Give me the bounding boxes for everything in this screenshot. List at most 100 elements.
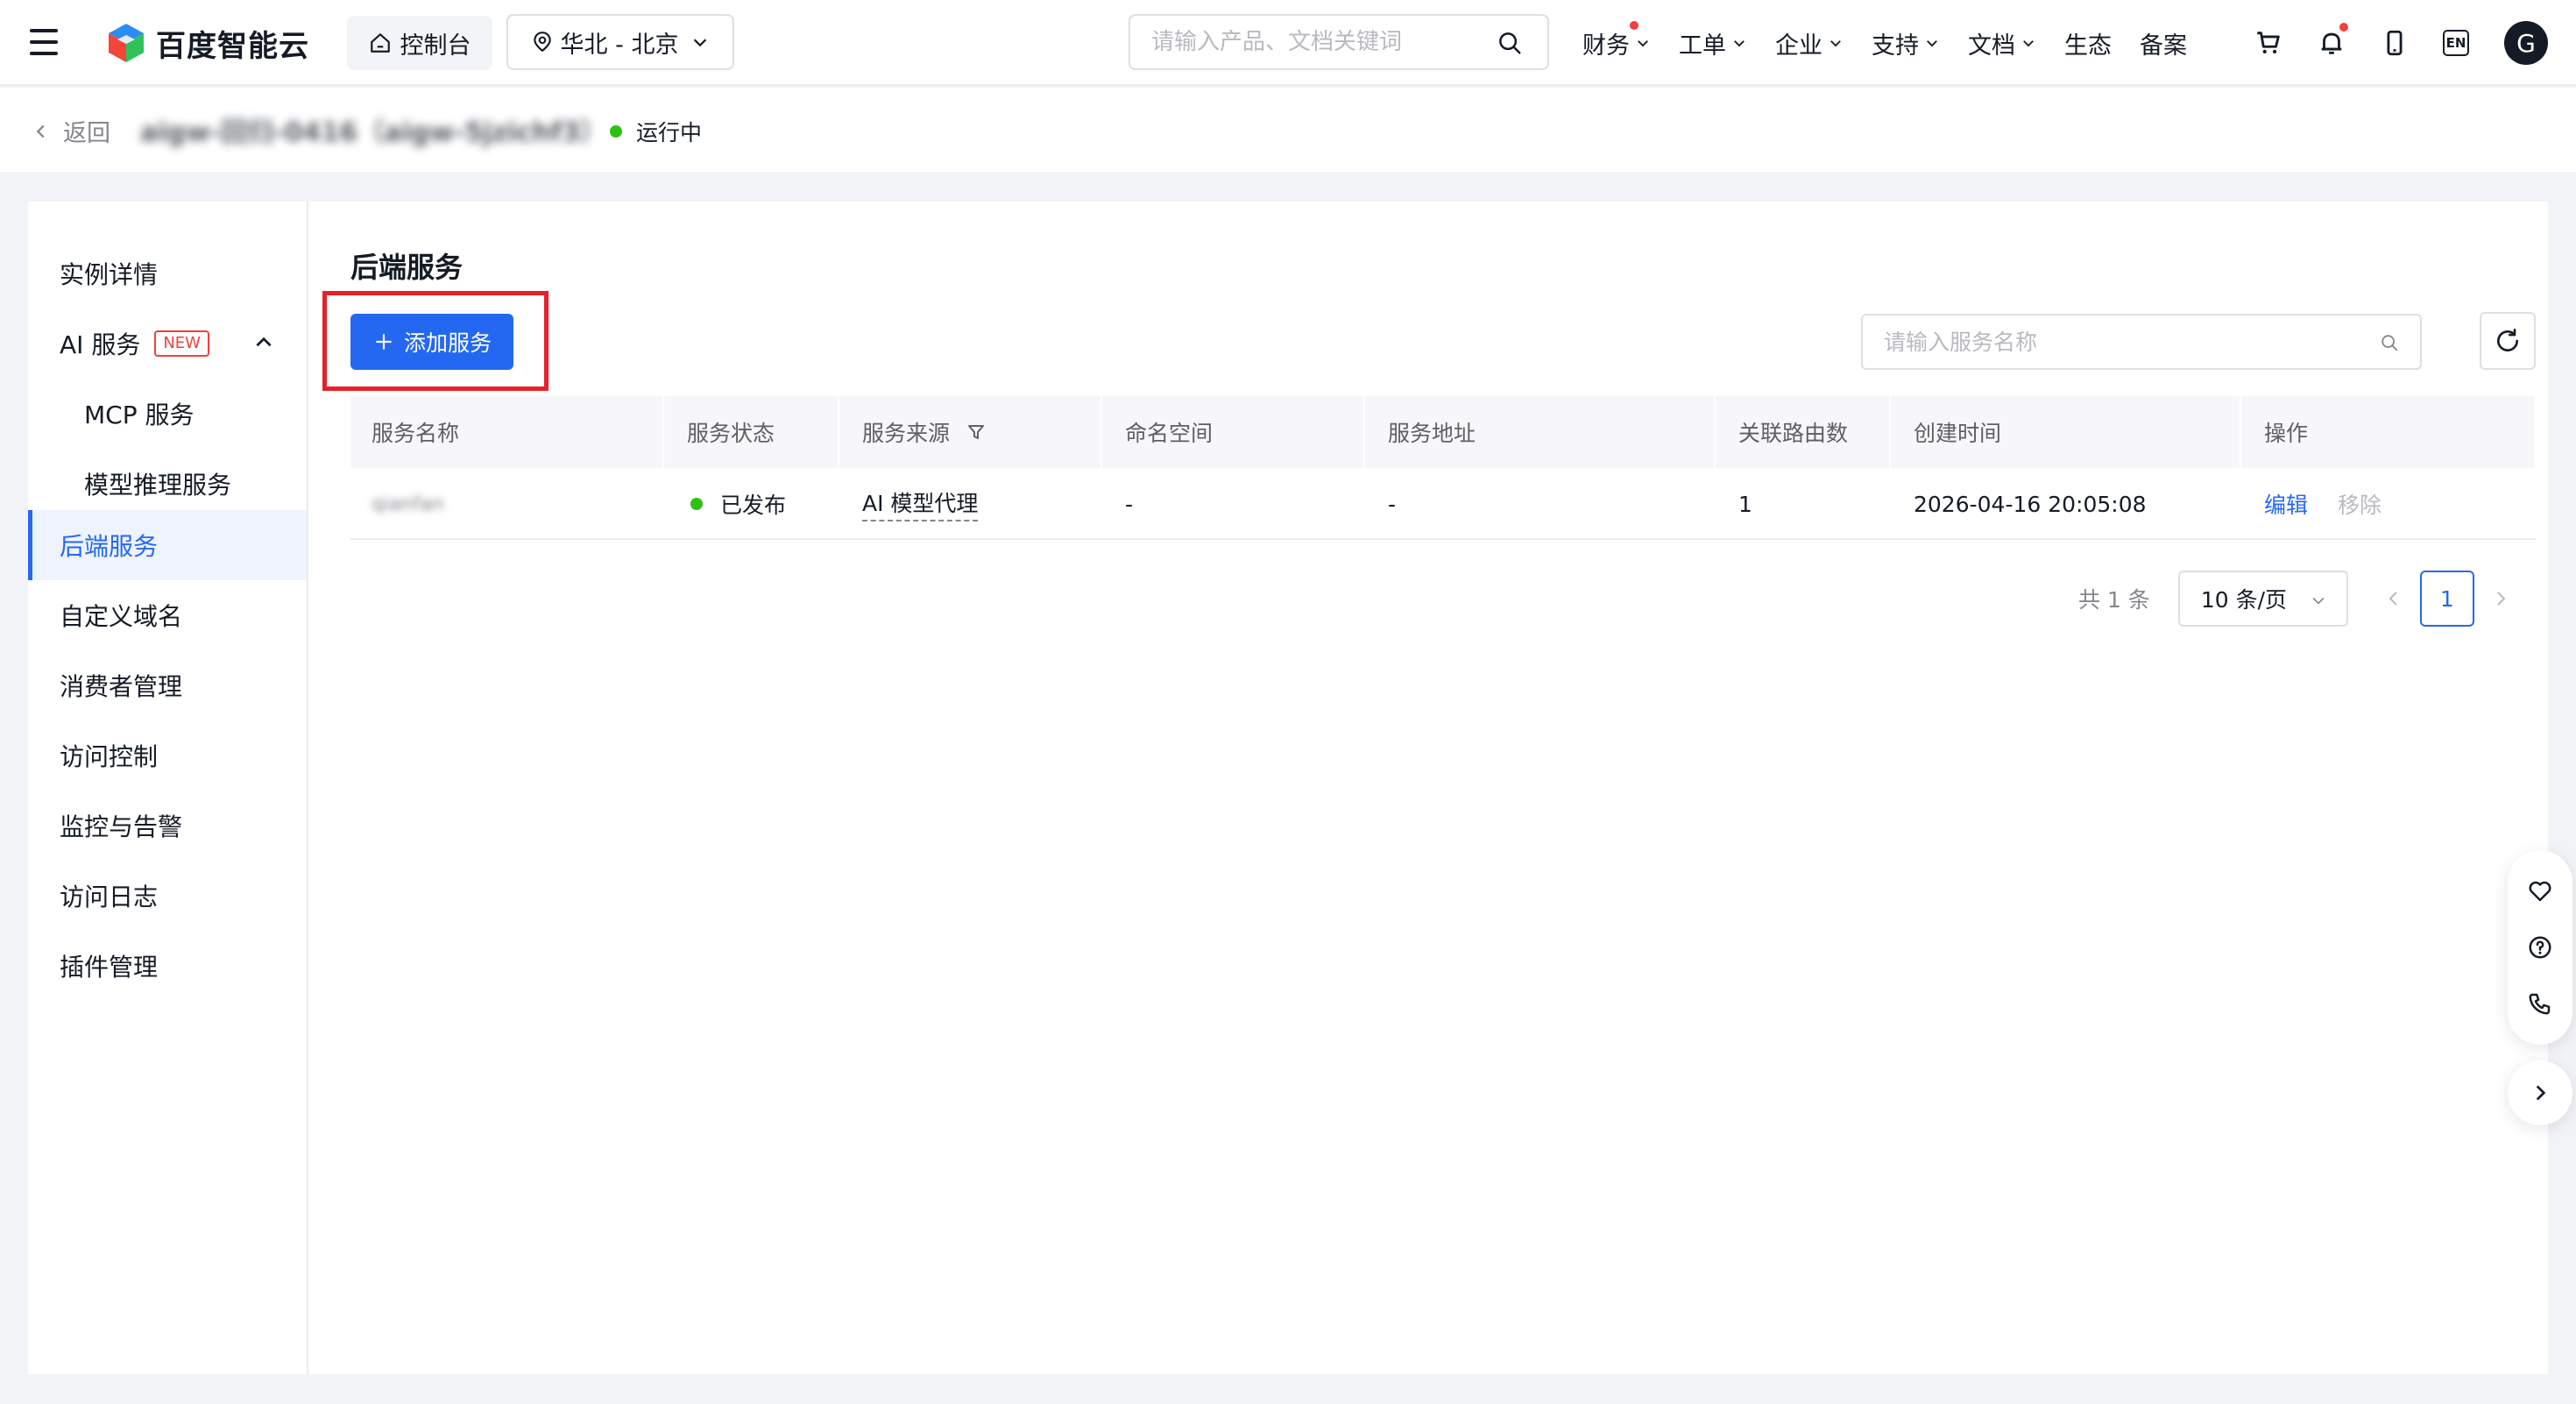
menu-ticket-label: 工单 <box>1679 32 1726 60</box>
region-selector[interactable]: 华北 - 北京 <box>506 14 734 70</box>
heart-icon[interactable] <box>2527 878 2553 904</box>
menu-icp[interactable]: 备案 <box>2140 26 2187 60</box>
instance-name: aigw-回归-0416（aigw-5jzichf3） <box>140 117 607 148</box>
sidebar: 实例详情 AI 服务 NEW MCP 服务 模型推理服务 后端服务 自定义域名 <box>28 202 308 1374</box>
search-icon[interactable] <box>2380 333 2399 352</box>
namespace-cell: - <box>1125 491 1134 517</box>
sidebar-item-monitoring[interactable]: 监控与告警 <box>28 791 307 861</box>
service-status: 已发布 <box>720 493 787 518</box>
console-label: 控制台 <box>400 32 471 60</box>
language-button[interactable]: EN <box>2443 30 2469 56</box>
sidebar-item-consumer[interactable]: 消费者管理 <box>28 650 307 720</box>
column-header: 关联路由数 <box>1717 396 1891 468</box>
menu-finance[interactable]: 财务 <box>1582 20 1651 60</box>
service-search <box>1861 314 2422 370</box>
column-header-source: 服务来源 <box>841 396 1102 468</box>
location-icon <box>533 32 551 53</box>
add-service-label: 添加服务 <box>403 331 492 356</box>
page-size-select[interactable]: 10 条/页 <box>2177 571 2348 627</box>
next-page-icon[interactable] <box>2490 588 2511 609</box>
menu-docs[interactable]: 文档 <box>1968 26 2036 60</box>
edit-link[interactable]: 编辑 <box>2264 488 2308 520</box>
chevron-up-icon[interactable] <box>252 331 275 354</box>
app-root: 百度智能云 控制台 华北 - 北京 请输入产品、文档关键词 财务 工单 企业 支… <box>0 0 2576 1404</box>
sidebar-item-label: 访问日志 <box>60 883 159 911</box>
plus-icon <box>376 334 392 350</box>
refresh-icon <box>2497 329 2518 351</box>
table-header: 服务名称 服务状态 服务来源 命名空间 服务地址 关联路由数 创建时间 操作 <box>350 396 2536 468</box>
menu-enterprise[interactable]: 企业 <box>1775 26 1844 60</box>
menu-icon[interactable] <box>30 29 58 55</box>
bell-icon <box>2321 32 2342 54</box>
search-icon[interactable] <box>1497 30 1523 56</box>
sidebar-item-label: 模型推理服务 <box>84 471 232 500</box>
sidebar-item-backend-service[interactable]: 后端服务 <box>28 510 307 580</box>
total-count: 共 1 条 <box>2078 587 2150 613</box>
status-dot <box>690 498 703 510</box>
created-time-cell: 2026-04-16 20:05:08 <box>1914 491 2147 517</box>
sidebar-item-label: AI 服务 <box>60 330 141 359</box>
column-header: 命名空间 <box>1104 396 1365 468</box>
expand-toolbar-button[interactable] <box>2508 1060 2572 1125</box>
global-search <box>1129 14 1549 70</box>
chevron-down-icon <box>1830 40 1841 47</box>
global-search-input[interactable] <box>1151 16 1484 68</box>
menu-enterprise-label: 企业 <box>1775 32 1822 60</box>
brand-name: 百度智能云 <box>156 28 309 64</box>
add-service-button[interactable]: 添加服务 <box>350 314 513 370</box>
notification-button[interactable] <box>2317 23 2348 58</box>
column-header: 服务名称 <box>350 396 664 468</box>
remove-link: 移除 <box>2338 493 2382 518</box>
console-button[interactable]: 控制台 <box>347 16 492 70</box>
refresh-button[interactable] <box>2480 312 2536 370</box>
sidebar-item-access-control[interactable]: 访问控制 <box>28 720 307 791</box>
menu-support[interactable]: 支持 <box>1872 26 1940 60</box>
new-badge: NEW <box>154 330 209 357</box>
sidebar-item-label: 自定义域名 <box>60 602 183 631</box>
sidebar-item-label: MCP 服务 <box>84 401 195 429</box>
sidebar-item-plugin[interactable]: 插件管理 <box>28 931 307 1001</box>
page-size-label: 10 条/页 <box>2200 587 2287 613</box>
cart-icon[interactable] <box>2254 28 2283 58</box>
home-icon <box>370 33 390 53</box>
service-source[interactable]: AI 模型代理 <box>862 486 979 521</box>
sidebar-item-mcp-service[interactable]: MCP 服务 <box>28 379 307 449</box>
menu-finance-label: 财务 <box>1582 32 1630 60</box>
route-count-cell: 1 <box>1738 491 1752 517</box>
sidebar-item-label: 后端服务 <box>60 532 159 561</box>
sidebar-item-label: 消费者管理 <box>60 672 183 701</box>
prev-page-icon[interactable] <box>2383 588 2404 609</box>
menu-ecosystem-label: 生态 <box>2064 32 2112 60</box>
status-dot <box>610 125 622 138</box>
brand-logo[interactable]: 百度智能云 <box>105 21 309 65</box>
back-button[interactable]: 返回 <box>32 114 110 148</box>
sidebar-item-ai-service[interactable]: AI 服务 NEW <box>28 308 307 379</box>
menu-ecosystem[interactable]: 生态 <box>2064 26 2112 60</box>
service-search-input[interactable] <box>1884 316 2357 368</box>
user-avatar[interactable]: G <box>2504 21 2548 65</box>
filter-icon[interactable] <box>966 422 987 443</box>
sidebar-item-label: 插件管理 <box>60 953 159 982</box>
column-header-label: 服务来源 <box>862 421 951 446</box>
sidebar-item-custom-domain[interactable]: 自定义域名 <box>28 580 307 650</box>
menu-ticket[interactable]: 工单 <box>1679 26 1747 60</box>
sidebar-item-access-log[interactable]: 访问日志 <box>28 861 307 931</box>
baidu-cloud-logo-icon <box>109 24 144 62</box>
menu-docs-label: 文档 <box>1968 32 2015 60</box>
chevron-left-icon <box>36 124 45 138</box>
column-header: 操作 <box>2243 396 2536 468</box>
phone-icon[interactable] <box>2527 990 2553 1017</box>
sidebar-item-instance-detail[interactable]: 实例详情 <box>28 238 307 308</box>
mobile-icon[interactable] <box>2380 28 2410 58</box>
notification-dot <box>1630 20 1638 30</box>
instance-status: 运行中 <box>610 116 702 147</box>
sidebar-item-model-inference[interactable]: 模型推理服务 <box>28 449 307 519</box>
actions-cell: 编辑 移除 <box>2243 468 2536 540</box>
menu-support-label: 支持 <box>1872 32 1919 60</box>
instance-header: 返回 aigw-回归-0416（aigw-5jzichf3） 运行中 <box>0 88 2576 172</box>
chevron-down-icon <box>1927 40 1937 47</box>
content-area: 后端服务 添加服务 请输入服务名称 服务名称 服务状态 服务来源 命名空间 服务… <box>310 202 2548 1374</box>
chevron-down-icon <box>2312 597 2325 605</box>
page-number-button[interactable]: 1 <box>2419 571 2474 627</box>
help-icon[interactable] <box>2527 934 2553 961</box>
